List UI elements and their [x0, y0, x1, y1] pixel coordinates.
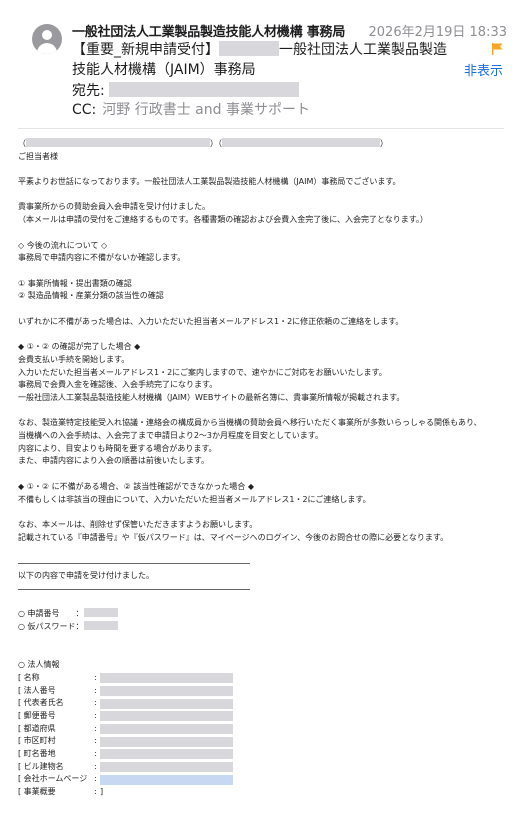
sender-avatar	[32, 24, 62, 54]
received-datetime: 2026年2月19日 18:33	[368, 25, 508, 40]
to-label: 宛先:	[72, 83, 105, 99]
check-item-2: ② 製造品情報・産業分類の該当性の確認	[18, 291, 164, 301]
greeting: ご担当者様	[18, 151, 58, 161]
subject: 【重要_新規申請受付】 一般社団法人工業製品製造 技能人材機構（JAIM）事務局	[72, 40, 457, 80]
done-text-1: 会費支払い手続を開始します。	[18, 354, 130, 364]
recipient-org-line: （ ）（ ）	[18, 138, 518, 151]
corp-field-row: [ 都道府県:	[18, 723, 518, 736]
redacted-block	[100, 736, 233, 747]
field-label: [ 事業概要	[18, 787, 56, 797]
temp-password-label: ○ 仮パスワード：	[18, 622, 84, 632]
paren-open: （	[18, 139, 26, 148]
redacted-recipient	[108, 82, 299, 97]
field-label: [ 法人番号	[18, 685, 56, 695]
accept-text-1: 貴事業所からの賛助会員入会申請を受け付けました。	[18, 202, 210, 212]
field-label: [ 町名番地	[18, 749, 56, 759]
redacted-block	[100, 724, 233, 735]
redacted-block	[83, 621, 118, 631]
application-number-label: ○ 申請番号 ：	[18, 609, 84, 619]
sender-name: 一般社団法人工業製品製造技能人材機構 事務局	[72, 25, 346, 40]
corp-field-row: [ ビル建物名:	[18, 761, 518, 774]
redacted-link[interactable]	[100, 774, 233, 785]
intro-text: 平素よりお世話になっております。一般社団法人工業製品製造技能人材機構（JAIM）…	[18, 177, 401, 187]
keep-text-2: 記載されている『申請番号』や『仮パスワード』は、マイページへのログイン、今後のお…	[18, 532, 449, 542]
done-text-2: 入力いただいた担当者メールアドレス1・2にご案内しますので、速やかにご対応をお願…	[18, 367, 387, 377]
field-label: [ 代表者氏名	[18, 698, 64, 708]
avatar-head-shape	[42, 30, 52, 40]
fix-note: いずれかに不備があった場合は、入力いただいた担当者メールアドレス1・2に修正依頼…	[18, 316, 404, 326]
redacted-block	[100, 698, 233, 709]
redacted-block	[100, 711, 233, 722]
corp-field-row: [ 市区町村:	[18, 735, 518, 748]
done-title: ◆ ①・② の確認が完了した場合 ◆	[18, 342, 141, 352]
avatar-body-shape	[37, 43, 57, 54]
paren-mid: ）（	[210, 139, 222, 148]
cc-recipients[interactable]: 河野 行政書士 and 事業サポート	[102, 102, 310, 118]
keep-text-1: なお、本メールは、削除せず保管いただきますようお願いします。	[18, 519, 258, 529]
redacted-block	[100, 749, 233, 760]
to-row: 宛先:	[72, 80, 299, 100]
flow-desc: 事務局で申請内容に不備がないか確認します。	[18, 253, 186, 263]
message-body: （ ）（ ） ご担当者様 平素よりお世話になっております。一般社団法人工業製品製造技…	[18, 138, 518, 799]
done-text-4: 一般社団法人工業製品製造技能人材機構（JAIM）WEBサイトの最新名簿に、貴事業…	[18, 392, 405, 402]
closing-bracket: ]	[100, 787, 104, 797]
field-label: [ ビル建物名	[18, 761, 64, 771]
subject-line2: 技能人材機構（JAIM）事務局	[72, 62, 256, 78]
message-header: 一般社団法人工業製品製造技能人材機構 事務局 2026年2月19日 18:33 …	[0, 0, 527, 125]
field-label: [ 名称	[18, 672, 40, 682]
hide-details-link[interactable]: 非表示	[464, 60, 503, 79]
corp-field-row: [ 事業概要:]	[18, 786, 518, 799]
field-label: [ 都道府県	[18, 723, 56, 733]
application-number-row: ○ 申請番号 ：	[18, 608, 518, 621]
corp-info-list: [ 名称: [ 法人番号: [ 代表者氏名: [ 郵便番号: [ 都道府県: […	[18, 672, 518, 799]
header-divider	[18, 128, 504, 129]
flow-title: ◇ 今後の流れについて ◇	[18, 240, 108, 250]
paren-close: ）	[380, 139, 388, 148]
cc-row: CC: 河野 行政書士 and 事業サポート	[72, 99, 310, 119]
redacted-block	[219, 41, 279, 56]
note-text-2: 当機構への入会手続は、入会完了まで申請日より2〜3か月程度を目安としています。	[18, 431, 323, 441]
redacted-block	[222, 138, 380, 147]
field-label: [ 市区町村	[18, 736, 56, 746]
corp-field-row: [ 代表者氏名:	[18, 697, 518, 710]
corp-field-row: [ 名称:	[18, 672, 518, 685]
corp-field-row: [ 郵便番号:	[18, 710, 518, 723]
cc-label: CC:	[72, 102, 97, 118]
received-text: 以下の内容で申請を受け付けました。	[18, 571, 154, 581]
field-label: [ 会社ホームページ	[18, 774, 88, 784]
corp-field-row: [ 会社ホームページ:	[18, 773, 518, 786]
flag-icon[interactable]	[492, 43, 503, 55]
subject-suffix: 一般社団法人工業製品製造	[279, 42, 447, 58]
redacted-block	[83, 608, 118, 618]
redacted-block	[26, 138, 210, 147]
note-text-4: また、申請内容により入会の順番は前後いたします。	[18, 456, 210, 466]
accept-text-2: （本メールは申請の受付をご連絡するものです。各種書類の確認および会費入金完了後に…	[18, 215, 428, 225]
separator-line	[18, 563, 250, 565]
ng-title: ◆ ①・② に不備がある場合、② 該当性確認ができなかった場合 ◆	[18, 481, 254, 491]
redacted-block	[100, 762, 233, 773]
corp-info-title: ○ 法人情報	[18, 660, 60, 670]
note-text-3: 内容により、目安よりも時間を要する場合があります。	[18, 443, 217, 453]
field-label: [ 郵便番号	[18, 710, 56, 720]
subject-prefix: 【重要_新規申請受付】	[72, 42, 219, 58]
temp-password-row: ○ 仮パスワード：	[18, 621, 518, 634]
ng-desc: 不備もしくは非該当の理由について、入力いただいた担当者メールアドレス1・2にご連…	[18, 494, 371, 504]
redacted-block	[100, 673, 233, 684]
corp-field-row: [ 町名番地:	[18, 748, 518, 761]
note-text-1: なお、製造業特定技能受入れ協議・連絡会の構成員から当機構の賛助会員へ移行いただく…	[18, 418, 482, 428]
done-text-3: 事務局で会費入金を確認後、入会手続完了になります。	[18, 380, 218, 390]
separator-line	[18, 588, 250, 590]
corp-field-row: [ 法人番号:	[18, 685, 518, 698]
redacted-block	[100, 685, 233, 696]
check-item-1: ① 事業所情報・提出書類の確認	[18, 278, 132, 288]
